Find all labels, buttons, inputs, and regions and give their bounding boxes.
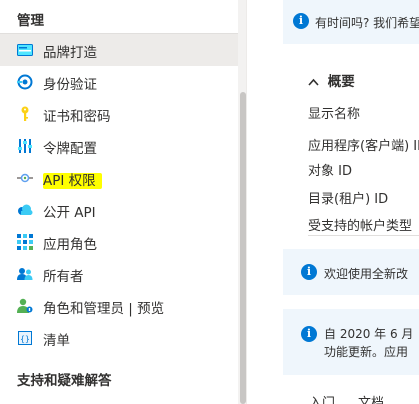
sidebar-item-authentication[interactable]: 身份验证 (0, 66, 238, 98)
property-display-name: 显示名称 (308, 107, 361, 122)
sidebar-item-label: 应用角色 (43, 237, 97, 253)
owners-icon (17, 266, 33, 282)
roles-admins-icon (17, 298, 33, 314)
sidebar-item-owners[interactable]: 所有者 (0, 258, 238, 290)
property-object-id: 对象 ID (308, 164, 352, 179)
branding-icon (17, 42, 33, 58)
svg-text:{}: {} (20, 335, 30, 344)
section-header-manage: 管理 (17, 13, 44, 29)
cloud-icon (17, 202, 33, 218)
main-content: i 有时间吗? 我们希望 概要 显示名称 应用程序(客户端) ID 对象 ID … (265, 0, 419, 404)
feedback-banner-text: 有时间吗? 我们希望 (315, 16, 419, 30)
highlight-mark: API 权限 (43, 173, 102, 189)
sidebar-item-label: 清单 (43, 333, 70, 349)
sidebar-item-label: 公开 API (43, 205, 96, 221)
welcome-banner[interactable]: i 欢迎使用全新改 (283, 249, 419, 295)
panel-separator (246, 0, 265, 404)
sidebar-item-label: 所有者 (43, 269, 84, 285)
tab-documentation[interactable]: 文档 (358, 392, 384, 404)
sidebar-item-label: 证书和密码 (43, 109, 111, 125)
sidebar-item-api-permissions[interactable]: API 权限 (0, 162, 238, 194)
overview-toggle[interactable]: 概要 (308, 70, 355, 90)
authentication-icon (17, 74, 33, 90)
property-tenant-id: 目录(租户) ID (308, 192, 389, 207)
sidebar-item-certificates[interactable]: 证书和密码 (0, 98, 238, 130)
sidebar-item-label: 身份验证 (43, 77, 97, 93)
key-icon (17, 106, 33, 122)
manifest-icon: {} (17, 330, 33, 346)
sidebar-item-token-configuration[interactable]: 令牌配置 (0, 130, 238, 162)
sidebar-item-roles-admins[interactable]: 角色和管理员 | 预览 (0, 290, 238, 322)
sidebar-item-expose-api[interactable]: 公开 API (0, 194, 238, 226)
property-divider (308, 235, 419, 236)
token-configuration-icon (17, 138, 33, 154)
api-permissions-icon (17, 170, 33, 186)
welcome-banner-text: 欢迎使用全新改 (324, 267, 409, 281)
info-icon: i (301, 326, 317, 342)
sidebar-item-label: 品牌打造 (43, 45, 97, 61)
overview-label: 概要 (327, 74, 355, 90)
sidebar-item-label: API 权限 (43, 169, 102, 189)
property-account-types: 受支持的帐户类型 (308, 219, 413, 234)
update-banner-line2: 功能更新。应用 (324, 345, 409, 359)
sidebar-item-manifest[interactable]: {} 清单 (0, 322, 238, 354)
update-banner-line1: 自 2020 年 6 月 (324, 327, 414, 341)
chevron-up-icon (308, 74, 319, 90)
sidebar-item-label: 令牌配置 (43, 141, 97, 157)
property-client-id: 应用程序(客户端) ID (308, 139, 419, 154)
sidebar-item-branding[interactable]: 品牌打造 (0, 34, 238, 66)
update-banner[interactable]: i 自 2020 年 6 月 功能更新。应用 (283, 309, 419, 375)
app-roles-grid-icon (17, 234, 33, 250)
sidebar: 管理 品牌打造 身份验证 证书和密码 令牌配置 API 权限 公开 API 应用… (0, 0, 246, 404)
sidebar-item-app-roles[interactable]: 应用角色 (0, 226, 238, 258)
section-header-support: 支持和疑难解答 (17, 373, 112, 389)
feedback-banner[interactable]: i 有时间吗? 我们希望 (283, 0, 419, 44)
info-icon: i (293, 13, 309, 29)
sidebar-item-label: 角色和管理员 | 预览 (43, 301, 165, 317)
tab-get-started[interactable]: 入门 (309, 392, 335, 404)
info-icon: i (301, 264, 317, 280)
